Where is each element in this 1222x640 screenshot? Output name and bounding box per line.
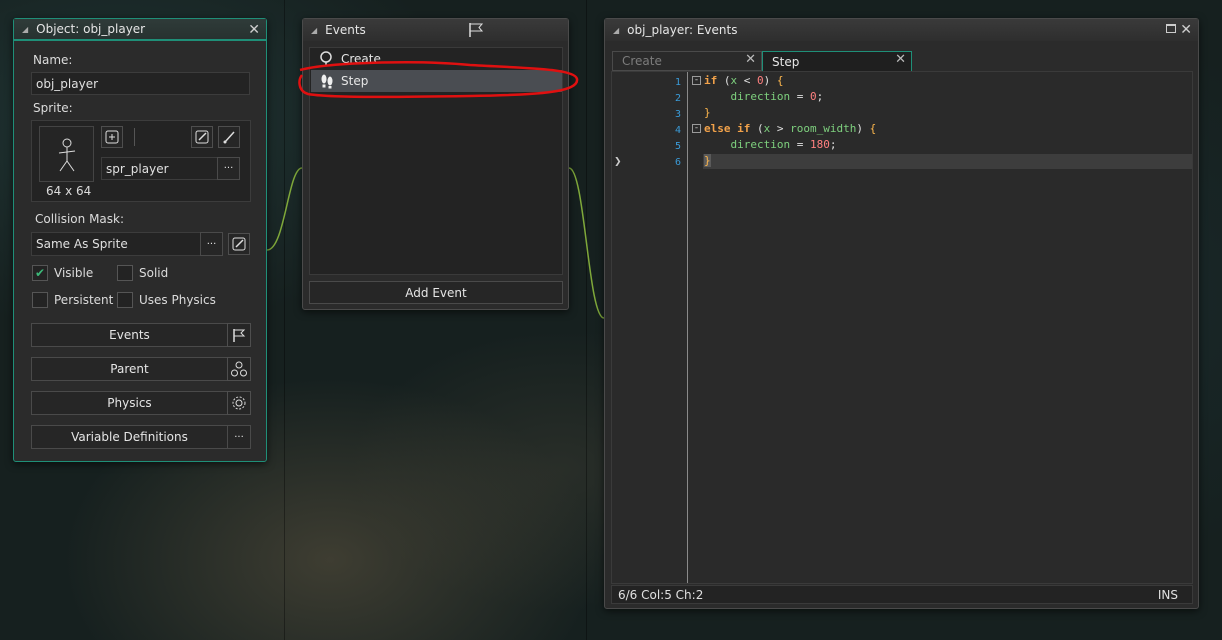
sprite-label: Sprite:	[33, 101, 73, 115]
line-number: 4	[674, 125, 681, 136]
stick-figure-icon	[58, 138, 76, 172]
canvas-divider	[284, 0, 285, 640]
collision-mask-browse-button[interactable]: ···	[200, 232, 223, 256]
events-button[interactable]: Events	[31, 323, 228, 347]
persistent-label: Persistent	[54, 293, 114, 307]
collision-mask-label: Collision Mask:	[35, 212, 125, 226]
collapse-triangle-icon[interactable]: ◢	[311, 26, 317, 35]
sprite-name-field[interactable]: spr_player	[101, 157, 218, 180]
canvas-divider	[586, 0, 587, 640]
sprite-size: 64 x 64	[46, 184, 92, 198]
brush-icon	[223, 131, 235, 144]
variable-definitions-button[interactable]: Variable Definitions	[31, 425, 228, 449]
variable-definitions-more-button[interactable]: ···	[227, 425, 251, 449]
close-icon[interactable]: ✕	[895, 52, 906, 67]
object-name-input[interactable]: obj_player	[31, 72, 250, 95]
line-number: 5	[674, 141, 681, 152]
line-number: 1	[674, 77, 681, 88]
uses-physics-checkbox[interactable]	[117, 292, 133, 308]
events-flag-button[interactable]	[227, 323, 251, 347]
sprite-box: 64 x 64 spr_player ···	[31, 120, 251, 202]
code-editor[interactable]: 1 2 3 4 5 6 ❯ - - if (x < 0) { direction…	[611, 71, 1193, 584]
sprite-preview[interactable]	[39, 126, 94, 182]
status-bar: 6/6 Col:5 Ch:2 INS	[611, 585, 1193, 604]
maximize-icon[interactable]	[1166, 24, 1176, 33]
gear-icon	[232, 396, 246, 410]
code-line-3: }	[704, 106, 711, 119]
uses-physics-label: Uses Physics	[139, 293, 216, 307]
events-panel-titlebar[interactable]: ◢ Events	[303, 19, 568, 41]
fold-icon[interactable]: -	[692, 76, 701, 85]
edit-icon	[195, 130, 209, 144]
solid-label: Solid	[139, 266, 169, 280]
footsteps-icon	[321, 74, 333, 89]
event-item-label: Step	[341, 74, 369, 88]
code-line-2: direction = 0;	[730, 90, 824, 103]
parent-button[interactable]: Parent	[31, 357, 228, 381]
close-icon[interactable]: ✕	[745, 52, 756, 67]
line-number: 6	[674, 157, 681, 168]
new-sprite-icon	[105, 130, 119, 144]
parent-icon-button[interactable]	[227, 357, 251, 381]
tab-step[interactable]: Step ✕	[762, 51, 912, 71]
sprite-browse-button[interactable]: ···	[217, 157, 240, 180]
persistent-checkbox[interactable]	[32, 292, 48, 308]
physics-icon-button[interactable]	[227, 391, 251, 415]
hierarchy-icon	[231, 361, 247, 377]
events-panel-title: Events	[325, 23, 366, 37]
edit-sprite-button[interactable]	[191, 126, 213, 148]
collision-mask-field[interactable]: Same As Sprite	[31, 232, 201, 256]
code-line-1: if (x < 0) {	[704, 74, 784, 87]
code-panel-title: obj_player: Events	[627, 23, 738, 37]
add-event-button[interactable]: Add Event	[309, 281, 563, 304]
tab-label: Step	[772, 54, 800, 69]
line-number: 3	[674, 109, 681, 120]
object-panel: ◢ Object: obj_player ✕ Name: obj_player …	[13, 18, 267, 462]
event-item-label: Create	[341, 52, 381, 66]
code-panel-titlebar[interactable]: ◢ obj_player: Events ✕	[605, 19, 1198, 41]
tab-create[interactable]: Create ✕	[612, 51, 762, 71]
code-editor-panel: ◢ obj_player: Events ✕ Create ✕ Step ✕ 1…	[604, 18, 1199, 609]
edit-collision-mask-button[interactable]	[228, 233, 250, 255]
checkmark-icon: ✔	[34, 266, 46, 280]
line-gutter: 1 2 3 4 5 6 ❯	[612, 72, 688, 583]
events-list: Create Step	[309, 47, 563, 275]
line-number: 2	[674, 93, 681, 104]
collapse-triangle-icon[interactable]: ◢	[613, 26, 619, 35]
separator	[134, 128, 135, 146]
object-panel-titlebar[interactable]: ◢ Object: obj_player ✕	[14, 19, 266, 41]
code-line-4: else if (x > room_width) {	[704, 122, 877, 135]
physics-button[interactable]: Physics	[31, 391, 228, 415]
new-sprite-button[interactable]	[101, 126, 123, 148]
insert-mode: INS	[1157, 587, 1178, 602]
current-line-highlight	[703, 154, 1192, 169]
fold-icon[interactable]: -	[692, 124, 701, 133]
name-label: Name:	[33, 53, 73, 67]
cursor-position: 6/6 Col:5 Ch:2	[618, 587, 704, 602]
event-item-step[interactable]: Step	[311, 70, 562, 92]
lightbulb-icon	[320, 51, 332, 66]
collapse-triangle-icon[interactable]: ◢	[22, 25, 28, 34]
flag-icon	[469, 23, 484, 37]
close-icon[interactable]: ✕	[248, 22, 260, 38]
events-panel: ◢ Events Create Step Add Event	[302, 18, 569, 310]
code-line-6: }	[704, 154, 711, 167]
tab-label: Create	[622, 54, 662, 68]
flag-icon	[233, 329, 246, 342]
object-panel-title: Object: obj_player	[36, 22, 146, 36]
visible-checkbox[interactable]: ✔	[32, 265, 48, 281]
code-line-5: direction = 180;	[730, 138, 837, 151]
event-item-create[interactable]: Create	[311, 48, 562, 70]
close-icon[interactable]: ✕	[1180, 22, 1192, 38]
edit-icon	[232, 237, 246, 251]
visible-label: Visible	[54, 266, 94, 280]
paint-sprite-button[interactable]	[218, 126, 240, 148]
caret-marker-icon: ❯	[614, 157, 622, 167]
solid-checkbox[interactable]	[117, 265, 133, 281]
